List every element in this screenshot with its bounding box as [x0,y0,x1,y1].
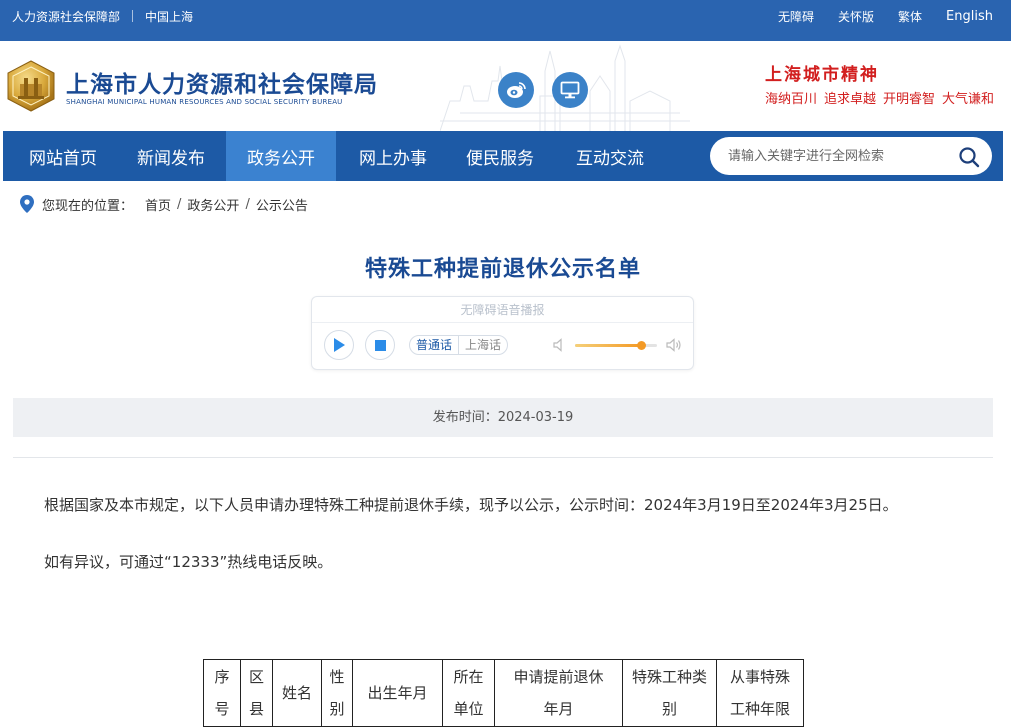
breadcrumb: 您现在的位置： 首页 / 政务公开 / 公示公告 [20,194,308,214]
nav-public-services[interactable]: 便民服务 [450,131,550,181]
col-serial: 序 号 [203,659,241,727]
volume-knob[interactable] [636,341,646,350]
col-gender: 性 别 [321,659,353,727]
site-logo-title[interactable]: 上海市人力资源和社会保障局 [66,65,378,99]
col-years-line: 从事特殊 [729,668,790,686]
col-district-line: 县 [248,700,264,718]
breadcrumb-government-affairs[interactable]: 政务公开 [187,195,239,214]
col-years-line: 工种年限 [729,700,790,718]
col-serial-line: 号 [214,700,230,718]
volume-low-icon [553,338,562,352]
col-retire-date-line: 申请提前退休 [513,668,604,686]
volume-slider[interactable] [575,341,657,350]
breadcrumb-separator: / [177,196,182,212]
article-title: 特殊工种提前退休公示名单 [364,257,641,282]
mandarin-option[interactable]: 普通话 [410,336,460,354]
site-header: 上海市人力资源和社会保障局 SHANGHAI MUNICIPAL HUMAN R… [0,41,1011,131]
site-search [710,137,992,175]
audio-player: 无障碍语音播报 普通话 上海话 [311,296,694,370]
english-link[interactable]: English [946,9,993,24]
col-employer-line: 所在 [453,668,484,686]
spirit-word: 追求卓越 [824,92,877,107]
col-employer-line: 单位 [453,700,484,718]
accessibility-link[interactable]: 无障碍 [778,8,814,25]
col-job-type-line: 别 [661,700,677,718]
bureau-emblem-icon [7,60,55,112]
weibo-icon [507,82,526,98]
main-nav: 网站首页 新闻发布 政务公开 网上办事 便民服务 互动交流 [3,131,1003,181]
col-name-line: 姓名 [281,684,312,702]
spirit-word: 海纳百川 [765,92,818,107]
play-button[interactable] [324,330,354,360]
col-job-type-line: 特殊工种类 [631,668,707,686]
traditional-chinese-link[interactable]: 繁体 [898,8,922,25]
article-paragraph: 如有异议，可通过“12333”热线电话反映。 [44,553,333,571]
breadcrumb-announcements[interactable]: 公示公告 [256,195,308,214]
city-spirit-title: 上海城市精神 [765,65,879,85]
site-logo-subtitle: SHANGHAI MUNICIPAL HUMAN RESOURCES AND S… [66,98,343,106]
publish-date: 发布时间：2024-03-19 [13,398,993,437]
spirit-word: 开明睿智 [883,92,936,107]
language-toggle: 普通话 上海话 [409,335,509,355]
care-mode-link[interactable]: 关怀版 [838,8,874,25]
mobile-site-button[interactable] [552,72,588,108]
col-retire-date-line: 年月 [543,700,574,718]
breadcrumb-home[interactable]: 首页 [145,195,171,214]
col-employer: 所在 单位 [442,659,495,727]
region-link[interactable]: 中国上海 [145,8,193,25]
top-bar-left: 人力资源社会保障部 中国上海 [12,0,193,32]
stop-icon [374,339,386,351]
breadcrumb-separator: / [245,196,250,212]
shanghainese-option[interactable]: 上海话 [459,336,507,354]
article-paragraph: 根据国家及本市规定，以下人员申请办理特殊工种提前退休手续，现予以公示，公示时间：… [44,496,898,514]
volume-high-icon [666,338,681,352]
nav-interaction[interactable]: 互动交流 [560,131,660,181]
col-birth: 出生年月 [352,659,443,727]
stop-button[interactable] [365,330,395,360]
monitor-icon [560,81,580,99]
player-header: 无障碍语音播报 [312,297,693,323]
col-gender-line: 性 [329,668,345,686]
weibo-button[interactable] [498,72,534,108]
col-years: 从事特殊 工种年限 [716,659,804,727]
col-birth-line: 出生年月 [367,684,428,702]
table-header-row: 序 号 区 县 姓名 性 别 出生年月 所在 单位 申请提前退休 年月 特殊工种… [203,659,804,727]
location-pin-icon [20,195,34,213]
search-input[interactable] [728,146,948,166]
col-district: 区 县 [240,659,273,727]
col-gender-line: 别 [329,700,345,718]
nav-online-services[interactable]: 网上办事 [343,131,443,181]
nav-news[interactable]: 新闻发布 [121,131,221,181]
play-icon [334,338,345,352]
top-bar-links: 无障碍 关怀版 繁体 English [754,0,993,32]
ministry-link[interactable]: 人力资源社会保障部 [12,8,120,25]
breadcrumb-label: 您现在的位置： [42,198,134,214]
top-divider [132,10,134,22]
col-name: 姓名 [272,659,322,727]
col-serial-line: 序 [214,668,230,686]
col-retire-date: 申请提前退休 年月 [494,659,623,727]
content-divider [13,457,993,458]
nav-home[interactable]: 网站首页 [13,131,113,181]
volume-fill [575,344,641,347]
col-job-type: 特殊工种类 别 [622,659,717,727]
top-bar: 人力资源社会保障部 中国上海 无障碍 关怀版 繁体 English [0,0,1011,41]
nav-government-affairs[interactable]: 政务公开 [226,131,336,181]
retiree-table: 序 号 区 县 姓名 性 别 出生年月 所在 单位 申请提前退休 年月 特殊工种… [203,659,804,727]
city-spirit-words: 海纳百川 追求卓越 开明睿智 大气谦和 [765,88,1001,107]
search-icon[interactable] [958,146,980,168]
spirit-word: 大气谦和 [942,92,995,107]
col-district-line: 区 [248,668,264,686]
